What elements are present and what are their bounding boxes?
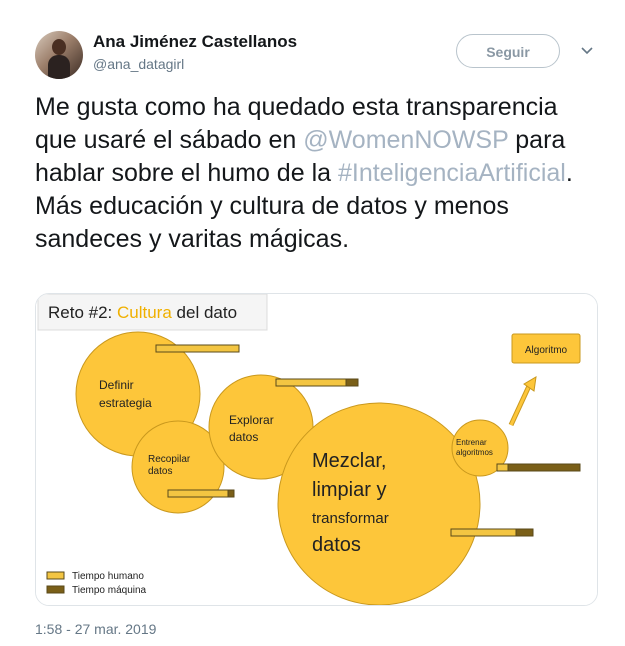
circle-mezclar: [277, 402, 481, 605]
explorar-label: Explorar: [229, 413, 274, 427]
legend-machine-swatch: [46, 585, 65, 594]
legend-human-label: Tiempo humano: [72, 571, 144, 582]
chevron-down-icon[interactable]: [580, 44, 594, 58]
svg-text:Reto #2: Cultura del dato: Reto #2: Cultura del dato: [48, 303, 237, 322]
recopilar-label: Recopilar: [148, 454, 191, 465]
definir-label-2: estrategia: [99, 396, 152, 410]
follow-button[interactable]: Seguir: [456, 34, 560, 68]
time-bar-mezclar: [450, 528, 534, 537]
avatar-head: [52, 39, 66, 55]
recopilar-label-2: datos: [148, 466, 172, 477]
tweet-text: Me gusta como ha quedado esta transparen…: [35, 91, 605, 256]
time-bar-recopilar: [167, 489, 235, 498]
time-bar-explorar: [275, 378, 359, 387]
legend-human-swatch: [46, 571, 65, 580]
entrenar-label-2: algoritmos: [456, 448, 493, 457]
time-bar-definir: [155, 344, 240, 353]
tweet-timestamp[interactable]: 1:58 - 27 mar. 2019: [35, 621, 156, 637]
mention-link[interactable]: @WomenNOWSP: [303, 126, 508, 154]
entrenar-label: Entrenar: [456, 438, 487, 447]
avatar-body: [48, 55, 70, 79]
definir-label: Definir: [99, 378, 134, 392]
hashtag-link[interactable]: #InteligenciaArtificial: [338, 159, 566, 187]
mezclar-label-2: limpiar y: [312, 479, 386, 501]
slide-title-suffix: del dato: [172, 303, 237, 322]
author-handle[interactable]: @ana_datagirl: [93, 56, 184, 72]
author-name[interactable]: Ana Jiménez Castellanos: [93, 32, 297, 52]
slide-title-highlight: Cultura: [117, 303, 172, 322]
mezclar-label-3: transformar: [312, 510, 389, 527]
mezclar-label-4: datos: [312, 534, 361, 556]
avatar[interactable]: [35, 31, 83, 79]
tweet-image[interactable]: Reto #2: Cultura del dato Algoritmo Defi…: [35, 293, 598, 606]
slide-title: Reto #2:: [48, 303, 117, 322]
algoritmo-label: Algoritmo: [525, 345, 568, 356]
time-bar-entrenar: [496, 463, 581, 472]
legend-machine-label: Tiempo máquina: [72, 585, 147, 596]
explorar-label-2: datos: [229, 430, 258, 444]
slide-graphic: Reto #2: Cultura del dato Algoritmo Defi…: [36, 294, 597, 605]
mezclar-label: Mezclar,: [312, 450, 386, 472]
